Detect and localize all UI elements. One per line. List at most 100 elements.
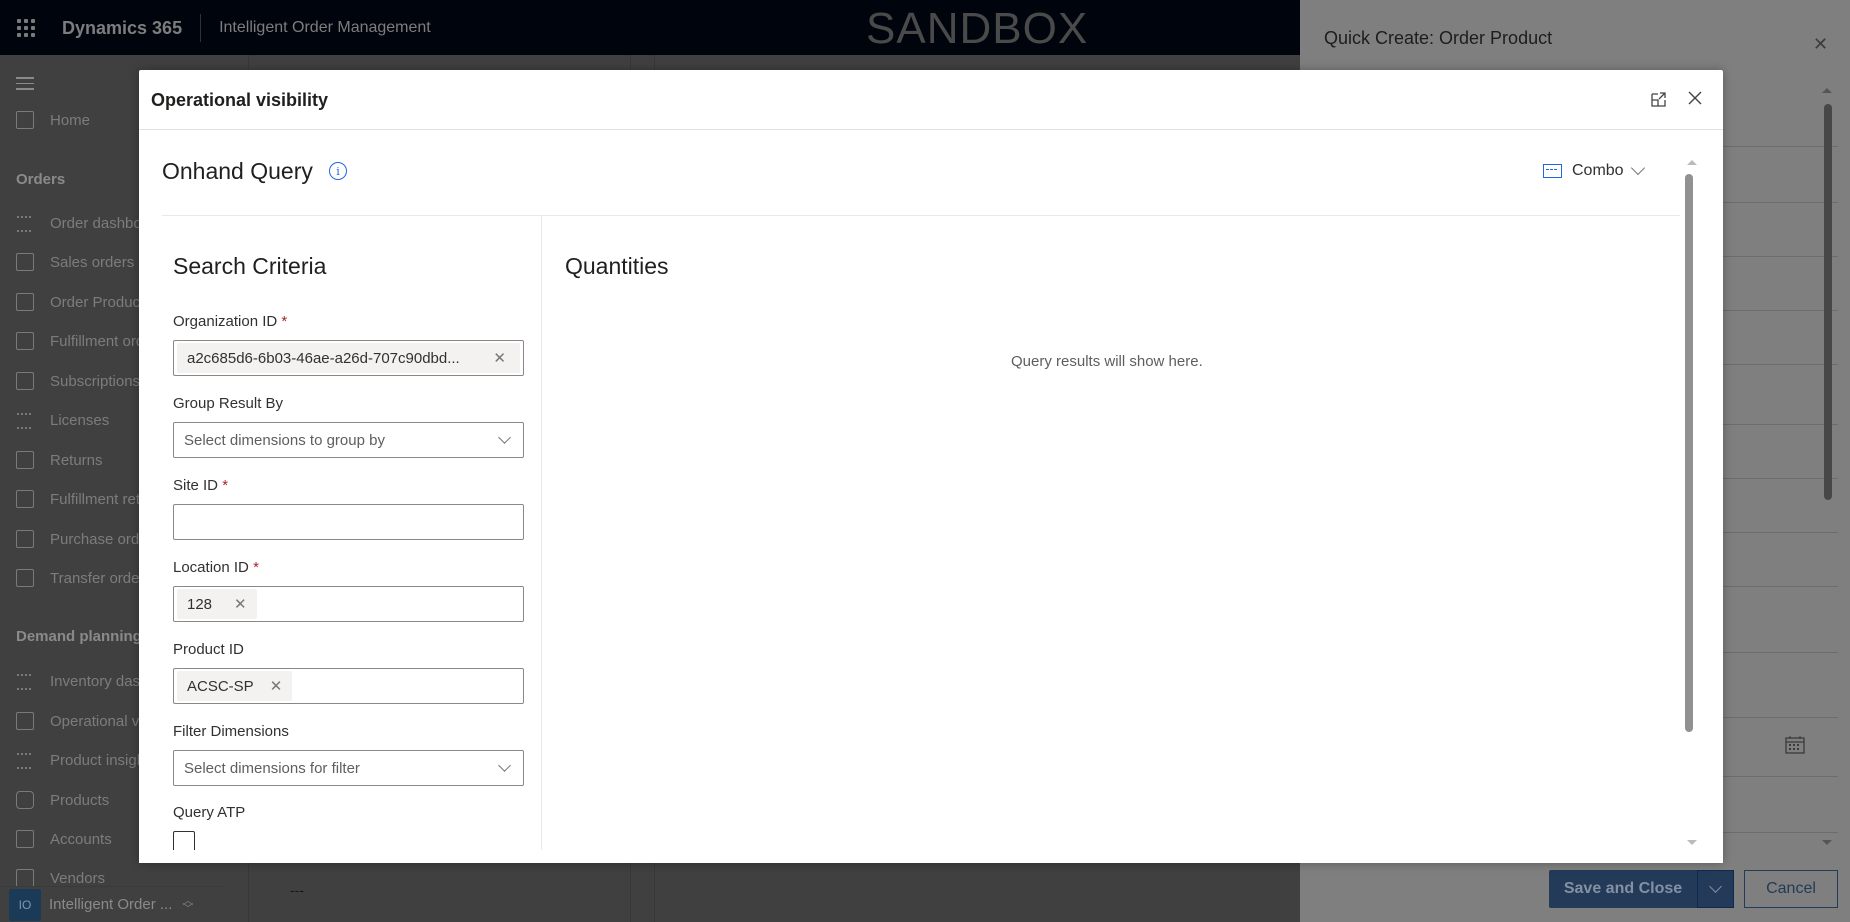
dropdown-placeholder: Select dimensions for filter: [184, 759, 360, 777]
tag-value: ACSC-SP: [187, 677, 254, 695]
document-box-icon: [16, 372, 34, 390]
remove-icon[interactable]: ✕: [493, 349, 506, 367]
search-criteria-heading: Search Criteria: [173, 253, 327, 279]
chevron-down-icon: [1630, 160, 1645, 176]
dropdown-placeholder: Select dimensions to group by: [184, 431, 385, 449]
location-id-label: Location ID *: [173, 559, 259, 576]
scrollbar-thumb[interactable]: [1685, 174, 1693, 732]
label-text: Site ID: [173, 477, 219, 494]
sidebar-item-label: Products: [50, 791, 110, 809]
popout-icon[interactable]: [1649, 89, 1669, 109]
dialog-title: Operational visibility: [151, 90, 329, 110]
product-id-tag: ACSC-SP ✕: [177, 671, 293, 701]
sidebar-group-demand-planning: Demand planning: [16, 628, 142, 645]
sidebar-item-label: Returns: [50, 451, 103, 469]
query-atp-label: Query ATP: [173, 804, 246, 821]
required-indicator: *: [253, 559, 259, 576]
save-and-close-button[interactable]: Save and Close: [1549, 870, 1697, 908]
product-id-label: Product ID: [173, 641, 244, 658]
tag-value: 128: [187, 595, 213, 613]
calendar-icon[interactable]: [1785, 735, 1805, 754]
view-selector[interactable]: Combo: [1543, 160, 1645, 180]
location-id-tag: 128 ✕: [177, 589, 257, 619]
divider: [162, 215, 1680, 216]
box-icon: [16, 791, 34, 809]
filter-dimensions-label: Filter Dimensions: [173, 723, 289, 740]
scroll-down-arrow[interactable]: [1687, 840, 1697, 845]
area-switcher[interactable]: IO Intelligent Order ... ︿ ﹀: [0, 886, 225, 922]
sidebar-item-label: Subscriptions: [50, 372, 141, 390]
document-box-icon: [16, 451, 34, 469]
combo-view-icon: [1543, 164, 1562, 178]
clipboard-icon: [16, 253, 34, 271]
environment-banner: SANDBOX: [866, 4, 1089, 53]
chevron-down-icon: [1709, 880, 1722, 893]
document-box-icon: [16, 530, 34, 548]
group-result-by-label: Group Result By: [173, 395, 284, 412]
clipboard-icon: [16, 712, 34, 730]
brand-name[interactable]: Dynamics 365: [52, 13, 202, 42]
view-selector-label: Combo: [1572, 162, 1624, 179]
scrollbar-thumb[interactable]: [1824, 104, 1832, 500]
organization-id-field[interactable]: a2c685d6-6b03-46ae-a26d-707c90dbd... ✕: [173, 340, 524, 376]
save-options-button[interactable]: [1697, 870, 1734, 908]
page-title: Onhand Query: [162, 158, 313, 184]
scroll-down-arrow[interactable]: [1822, 840, 1832, 845]
group-result-by-dropdown[interactable]: Select dimensions to group by: [173, 422, 524, 458]
hamburger-menu-icon[interactable]: [16, 77, 34, 94]
site-id-input[interactable]: [173, 504, 524, 540]
dashboard-icon: [16, 214, 34, 232]
filter-dimensions-dropdown[interactable]: Select dimensions for filter: [173, 750, 524, 786]
operational-visibility-dialog: Operational visibility Onhand Query i Co…: [139, 70, 1723, 863]
app-launcher-button[interactable]: [0, 0, 52, 55]
organization-id-label: Organization ID *: [173, 313, 287, 330]
remove-icon[interactable]: ✕: [234, 595, 247, 613]
scroll-up-arrow[interactable]: [1687, 160, 1697, 165]
dialog-footer-edge: [139, 850, 1723, 863]
sidebar-item-label: Home: [50, 111, 91, 129]
placeholder-value: ---: [290, 882, 304, 898]
product-id-field[interactable]: ACSC-SP ✕: [173, 668, 524, 704]
app-name[interactable]: Intelligent Order Management: [201, 19, 431, 37]
sidebar-item-label: Vendors: [50, 869, 106, 887]
sidebar-group-orders: Orders: [16, 171, 66, 188]
folder-icon: [16, 869, 34, 887]
divider: [541, 216, 542, 850]
empty-results-message: Query results will show here.: [1011, 353, 1203, 370]
location-id-field[interactable]: 128 ✕: [173, 586, 524, 622]
dashboard-icon: [16, 411, 34, 429]
scroll-up-arrow[interactable]: [1822, 88, 1832, 93]
site-id-label: Site ID *: [173, 477, 228, 494]
tag-value: a2c685d6-6b03-46ae-a26d-707c90dbd...: [187, 349, 460, 367]
sidebar-item-label: Licenses: [50, 411, 110, 429]
label-text: Organization ID: [173, 313, 278, 330]
chevron-up-down-icon: ︿ ﹀: [182, 894, 194, 915]
clipboard-icon: [16, 111, 34, 129]
waffle-icon: [17, 18, 35, 37]
dialog-header: Operational visibility: [139, 70, 1723, 130]
sidebar-item-label: Order Products: [50, 293, 152, 311]
area-label: Intelligent Order ...: [49, 896, 173, 913]
chevron-down-icon: [498, 431, 511, 444]
dashboard-icon: [16, 751, 34, 769]
sidebar-item-label: Transfer orders: [50, 569, 152, 587]
close-icon[interactable]: [1685, 88, 1705, 108]
sidebar-item-label: Sales orders: [50, 253, 135, 271]
cancel-button[interactable]: Cancel: [1744, 870, 1838, 908]
document-box-icon: [16, 569, 34, 587]
area-badge: IO: [9, 888, 41, 921]
remove-icon[interactable]: ✕: [270, 677, 283, 695]
sidebar-item-label: Accounts: [50, 830, 112, 848]
folder-icon: [16, 830, 34, 848]
chevron-down-icon: [498, 759, 511, 772]
dashboard-icon: [16, 672, 34, 690]
quantities-heading: Quantities: [565, 253, 669, 279]
document-box-icon: [16, 490, 34, 508]
required-indicator: *: [222, 477, 229, 494]
required-indicator: *: [281, 313, 288, 330]
organization-id-tag: a2c685d6-6b03-46ae-a26d-707c90dbd... ✕: [177, 343, 520, 373]
document-box-icon: [16, 332, 34, 350]
info-icon[interactable]: i: [329, 162, 347, 180]
document-box-icon: [16, 293, 34, 311]
close-icon[interactable]: ✕: [1813, 34, 1828, 55]
